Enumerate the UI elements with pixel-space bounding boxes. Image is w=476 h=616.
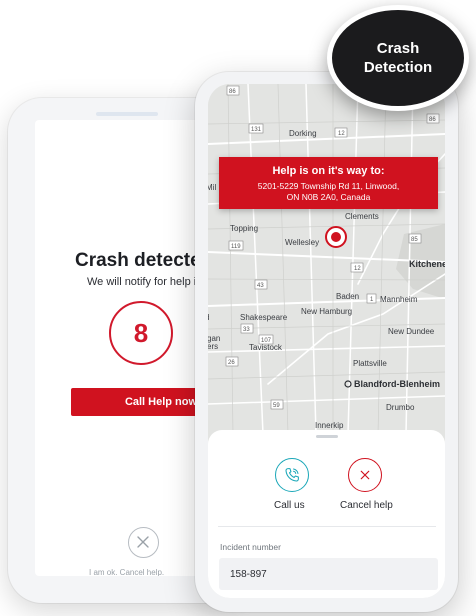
svg-text:Topping: Topping [230, 224, 258, 233]
divider [218, 526, 436, 527]
sheet-drag-handle[interactable] [316, 435, 338, 438]
svg-text:Wellesley: Wellesley [285, 238, 319, 247]
svg-text:131: 131 [251, 127, 262, 133]
close-icon [137, 536, 149, 548]
location-marker-icon [325, 226, 347, 248]
svg-text:119: 119 [231, 244, 241, 250]
incident-number-field[interactable]: 158-897 [219, 558, 438, 590]
help-on-way-screen: 86 131 12 86 85 119 12 43 1 33 107 26 59… [208, 84, 445, 598]
svg-text:New Hamburg: New Hamburg [301, 307, 352, 316]
cancel-help-action-label[interactable]: Cancel help [340, 500, 393, 511]
front-phone: 86 131 12 86 85 119 12 43 1 33 107 26 59… [195, 72, 458, 612]
cancel-help-button[interactable] [128, 527, 159, 558]
svg-text:33: 33 [243, 327, 250, 333]
notify-countdown-text: We will notify for help in: [87, 276, 206, 288]
svg-text:26: 26 [228, 360, 235, 366]
svg-text:Dorking: Dorking [289, 129, 317, 138]
svg-text:12: 12 [354, 266, 361, 272]
svg-text:Baden: Baden [336, 292, 359, 301]
svg-text:d: d [208, 313, 209, 322]
svg-text:Drumbo: Drumbo [386, 403, 415, 412]
svg-text:12: 12 [338, 131, 345, 137]
countdown-timer: 8 [109, 301, 173, 365]
svg-text:43: 43 [257, 283, 264, 289]
svg-text:86: 86 [229, 89, 236, 95]
svg-text:Plattsville: Plattsville [353, 359, 387, 368]
crash-detected-title: Crash detecte [75, 250, 201, 271]
cancel-help-label[interactable]: I am ok. Cancel help. [89, 568, 164, 576]
incident-number-label: Incident number [220, 542, 281, 552]
svg-text:Clements: Clements [345, 212, 379, 221]
call-us-label[interactable]: Call us [274, 500, 305, 511]
bottom-sheet: Call us Cancel help Incident number 158-… [208, 430, 445, 598]
crash-detection-badge: Crash Detection [327, 5, 469, 111]
call-us-button[interactable] [275, 458, 309, 492]
svg-text:85: 85 [411, 237, 418, 243]
banner-address-line2: ON N0B 2A0, Canada [286, 192, 371, 202]
svg-text:Kitchene: Kitchene [409, 259, 445, 269]
banner-address-line1: 5201-5229 Township Rd 11, Linwood, [257, 181, 400, 191]
phone-speaker [96, 112, 158, 116]
svg-text:59: 59 [273, 403, 280, 409]
svg-text:Mil: Mil [208, 183, 216, 192]
help-on-way-banner: Help is on it's way to: 5201-5229 Townsh… [219, 157, 438, 209]
svg-text:Tavistock: Tavistock [249, 343, 283, 352]
badge-line2: Detection [363, 59, 433, 76]
badge-line1: Crash [376, 40, 420, 57]
cancel-help-action-button[interactable] [348, 458, 382, 492]
svg-text:Blandford-Blenheim: Blandford-Blenheim [354, 379, 440, 389]
svg-text:ers: ers [208, 342, 218, 351]
svg-text:86: 86 [429, 117, 436, 123]
svg-text:New Dundee: New Dundee [388, 327, 435, 336]
svg-text:Innerkip: Innerkip [315, 421, 344, 430]
svg-text:Shakespeare: Shakespeare [240, 313, 288, 322]
svg-text:Mannheim: Mannheim [380, 295, 418, 304]
banner-title: Help is on it's way to: [272, 165, 385, 177]
phone-icon [285, 468, 299, 482]
close-icon [360, 470, 370, 480]
map[interactable]: 86 131 12 86 85 119 12 43 1 33 107 26 59… [208, 84, 445, 434]
